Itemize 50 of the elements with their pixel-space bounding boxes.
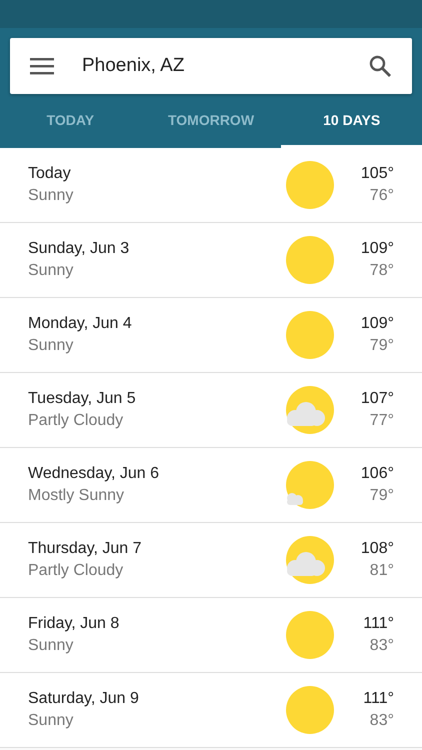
day-label: Today — [28, 165, 72, 183]
sun-icon — [286, 311, 334, 359]
day-label: Sunday, Jun 3 — [28, 240, 130, 258]
high-temperature: 111° — [363, 615, 394, 633]
sun-icon — [286, 611, 334, 659]
sun-icon — [286, 686, 334, 734]
high-temperature: 108° — [360, 540, 394, 558]
low-temperature: 79° — [370, 487, 394, 505]
day-label: Tuesday, Jun 5 — [28, 390, 137, 408]
low-temperature: 76° — [370, 187, 394, 205]
condition-label: Sunny — [28, 337, 74, 355]
low-temperature: 81° — [370, 562, 394, 580]
high-temperature: 105° — [360, 165, 394, 183]
condition-label: Partly Cloudy — [28, 562, 124, 580]
condition-label: Mostly Sunny — [28, 487, 126, 505]
sun-icon — [286, 161, 334, 209]
forecast-row[interactable]: Friday, Jun 8 Sunny 111° 83° — [0, 598, 422, 673]
forecast-row[interactable]: Thursday, Jun 7 Partly Cloudy 108° 81° — [0, 523, 422, 598]
condition-label: Sunny — [28, 637, 74, 655]
high-temperature: 111° — [363, 690, 394, 708]
high-temperature: 109° — [360, 240, 394, 258]
day-label: Wednesday, Jun 6 — [28, 465, 160, 483]
low-temperature: 78° — [370, 262, 394, 280]
sun-cloud-icon — [284, 461, 334, 509]
day-label: Saturday, Jun 9 — [28, 690, 140, 708]
forecast-row[interactable]: Monday, Jun 4 Sunny 109° 79° — [0, 298, 422, 373]
low-temperature: 83° — [370, 637, 394, 655]
day-label: Friday, Jun 8 — [28, 615, 120, 633]
condition-label: Sunny — [28, 187, 74, 205]
forecast-row[interactable]: Sunday, Jun 3 Sunny 109° 78° — [0, 223, 422, 298]
high-temperature: 109° — [360, 315, 394, 333]
day-label: Monday, Jun 4 — [28, 315, 133, 333]
forecast-row[interactable]: Saturday, Jun 9 Sunny 111° 83° — [0, 673, 422, 748]
low-temperature: 77° — [370, 412, 394, 430]
menu-icon[interactable] — [30, 57, 54, 75]
condition-label: Partly Cloudy — [28, 412, 124, 430]
forecast-row[interactable]: Wednesday, Jun 6 Mostly Sunny 106° 79° — [0, 448, 422, 523]
low-temperature: 83° — [370, 712, 394, 730]
sun-icon — [286, 236, 334, 284]
forecast-row[interactable]: Today Sunny 105° 76° — [0, 148, 422, 223]
condition-label: Sunny — [28, 262, 74, 280]
day-label: Thursday, Jun 7 — [28, 540, 143, 558]
search-icon[interactable] — [368, 54, 392, 78]
forecast-row[interactable]: Tuesday, Jun 5 Partly Cloudy 107° 77° — [0, 373, 422, 448]
search-field[interactable]: Phoenix, AZ — [82, 55, 368, 77]
high-temperature: 106° — [360, 465, 394, 483]
high-temperature: 107° — [360, 390, 394, 408]
condition-label: Sunny — [28, 712, 74, 730]
low-temperature: 79° — [370, 337, 394, 355]
search-bar[interactable]: Phoenix, AZ — [10, 38, 412, 94]
